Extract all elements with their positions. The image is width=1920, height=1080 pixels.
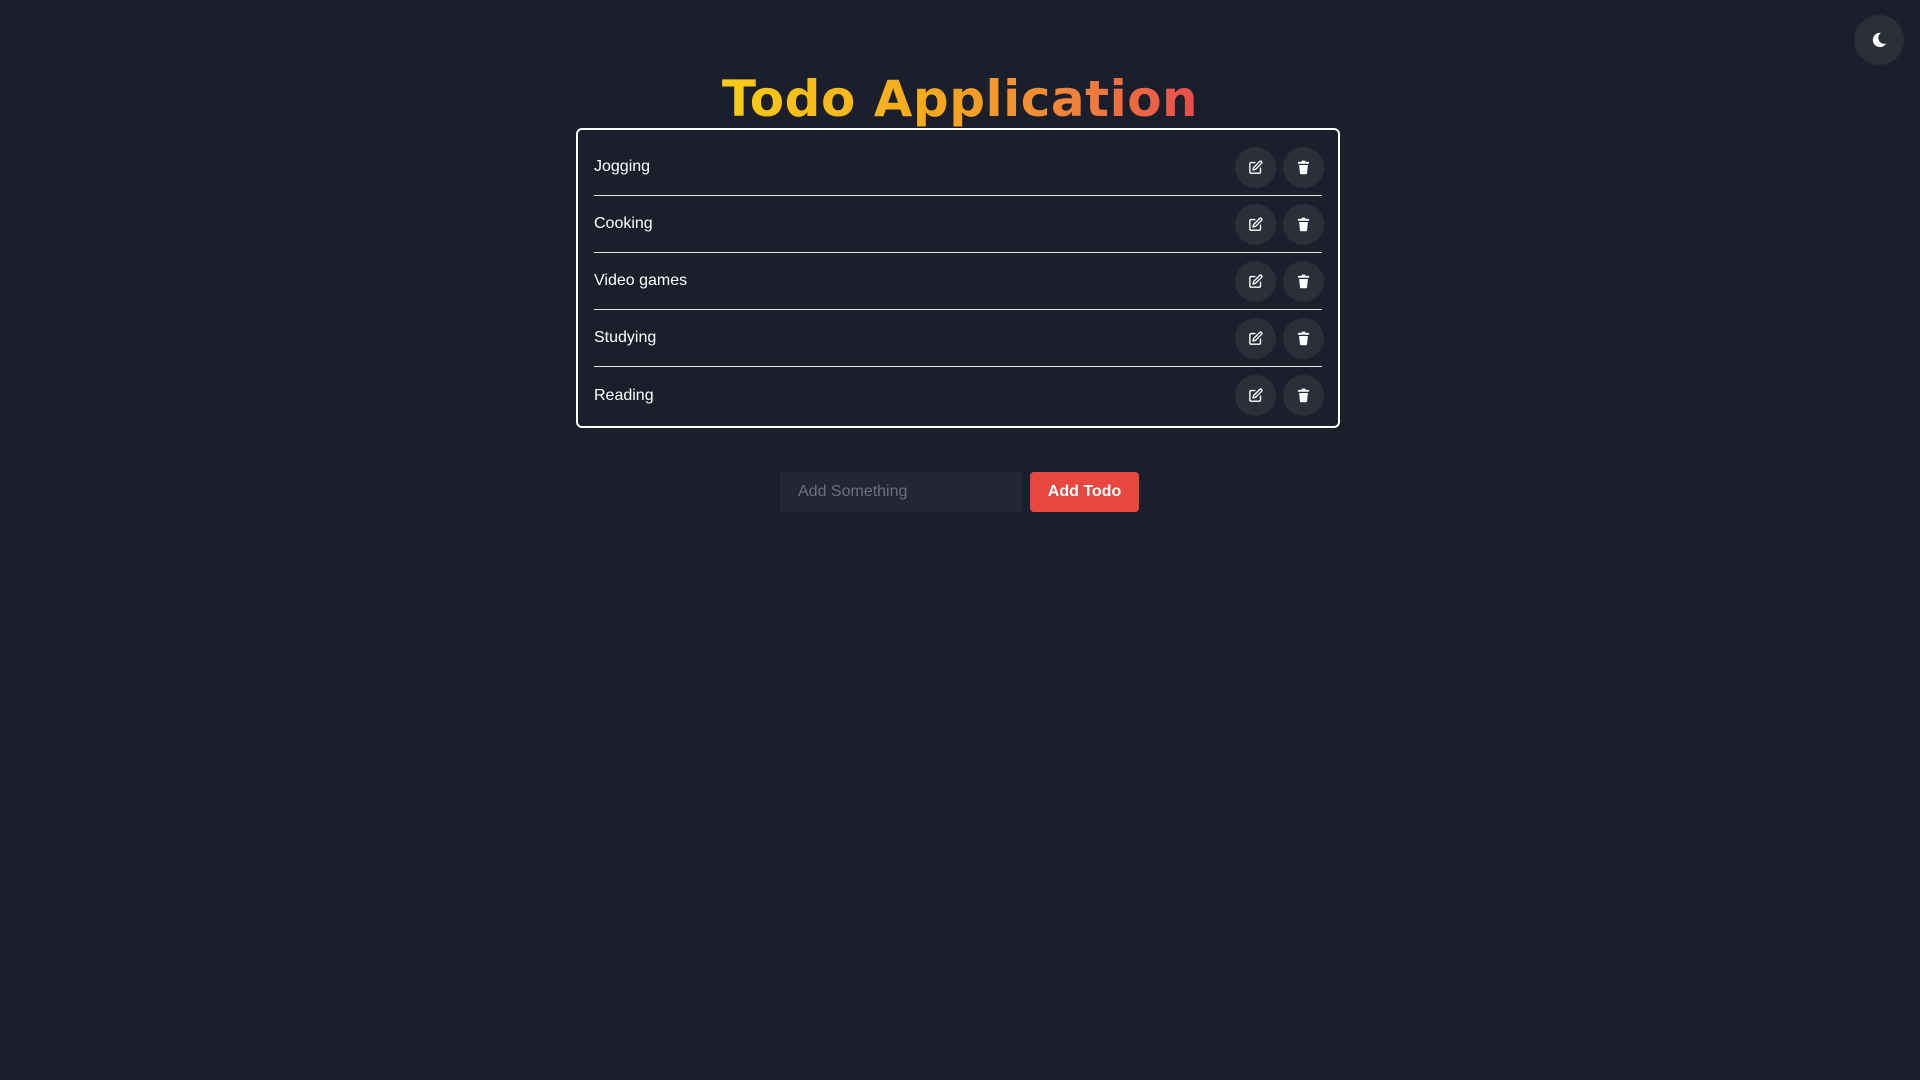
edit-button[interactable] xyxy=(1235,146,1276,188)
todo-item: Studying xyxy=(594,310,1324,367)
todo-item-text: Studying xyxy=(594,329,657,346)
moon-icon xyxy=(1872,32,1887,48)
edit-icon xyxy=(1249,217,1263,231)
trash-icon xyxy=(1297,160,1310,174)
todo-item-actions xyxy=(1235,375,1324,416)
page-title: Todo Application xyxy=(0,66,1920,132)
delete-button[interactable] xyxy=(1283,375,1324,416)
todo-item-text: Video games xyxy=(594,272,688,289)
add-todo-input[interactable] xyxy=(780,472,1022,512)
todo-item: Cooking xyxy=(594,196,1324,253)
todo-item-text: Reading xyxy=(594,386,654,404)
edit-button[interactable] xyxy=(1235,260,1276,302)
title-part-1: Todo xyxy=(721,70,856,128)
trash-icon xyxy=(1297,388,1310,403)
todo-item-actions xyxy=(1235,203,1324,245)
edit-icon xyxy=(1249,331,1263,345)
title-part-2: Application xyxy=(873,70,1199,128)
delete-button[interactable] xyxy=(1283,260,1324,302)
todo-item-actions xyxy=(1235,146,1324,188)
edit-button[interactable] xyxy=(1235,375,1276,416)
edit-icon xyxy=(1249,388,1263,402)
delete-button[interactable] xyxy=(1283,203,1324,245)
edit-button[interactable] xyxy=(1235,203,1276,245)
add-todo-form: Add Todo xyxy=(780,472,1139,512)
todo-item-actions xyxy=(1235,260,1324,302)
todo-item: Jogging xyxy=(594,139,1324,196)
edit-button[interactable] xyxy=(1235,317,1276,359)
delete-button[interactable] xyxy=(1283,146,1324,188)
todo-item: Reading xyxy=(594,367,1324,424)
add-todo-button[interactable]: Add Todo xyxy=(1030,472,1139,512)
todo-list: Jogging Cooking Video games Studying Rea… xyxy=(576,128,1340,428)
theme-toggle-button[interactable] xyxy=(1854,15,1904,65)
todo-item-text: Jogging xyxy=(594,158,651,175)
delete-button[interactable] xyxy=(1283,317,1324,359)
todo-item: Video games xyxy=(594,253,1324,310)
trash-icon xyxy=(1297,331,1310,345)
trash-icon xyxy=(1297,274,1310,288)
todo-item-actions xyxy=(1235,317,1324,359)
edit-icon xyxy=(1249,274,1263,288)
todo-item-text: Cooking xyxy=(594,215,653,232)
trash-icon xyxy=(1297,217,1310,231)
edit-icon xyxy=(1249,160,1263,174)
